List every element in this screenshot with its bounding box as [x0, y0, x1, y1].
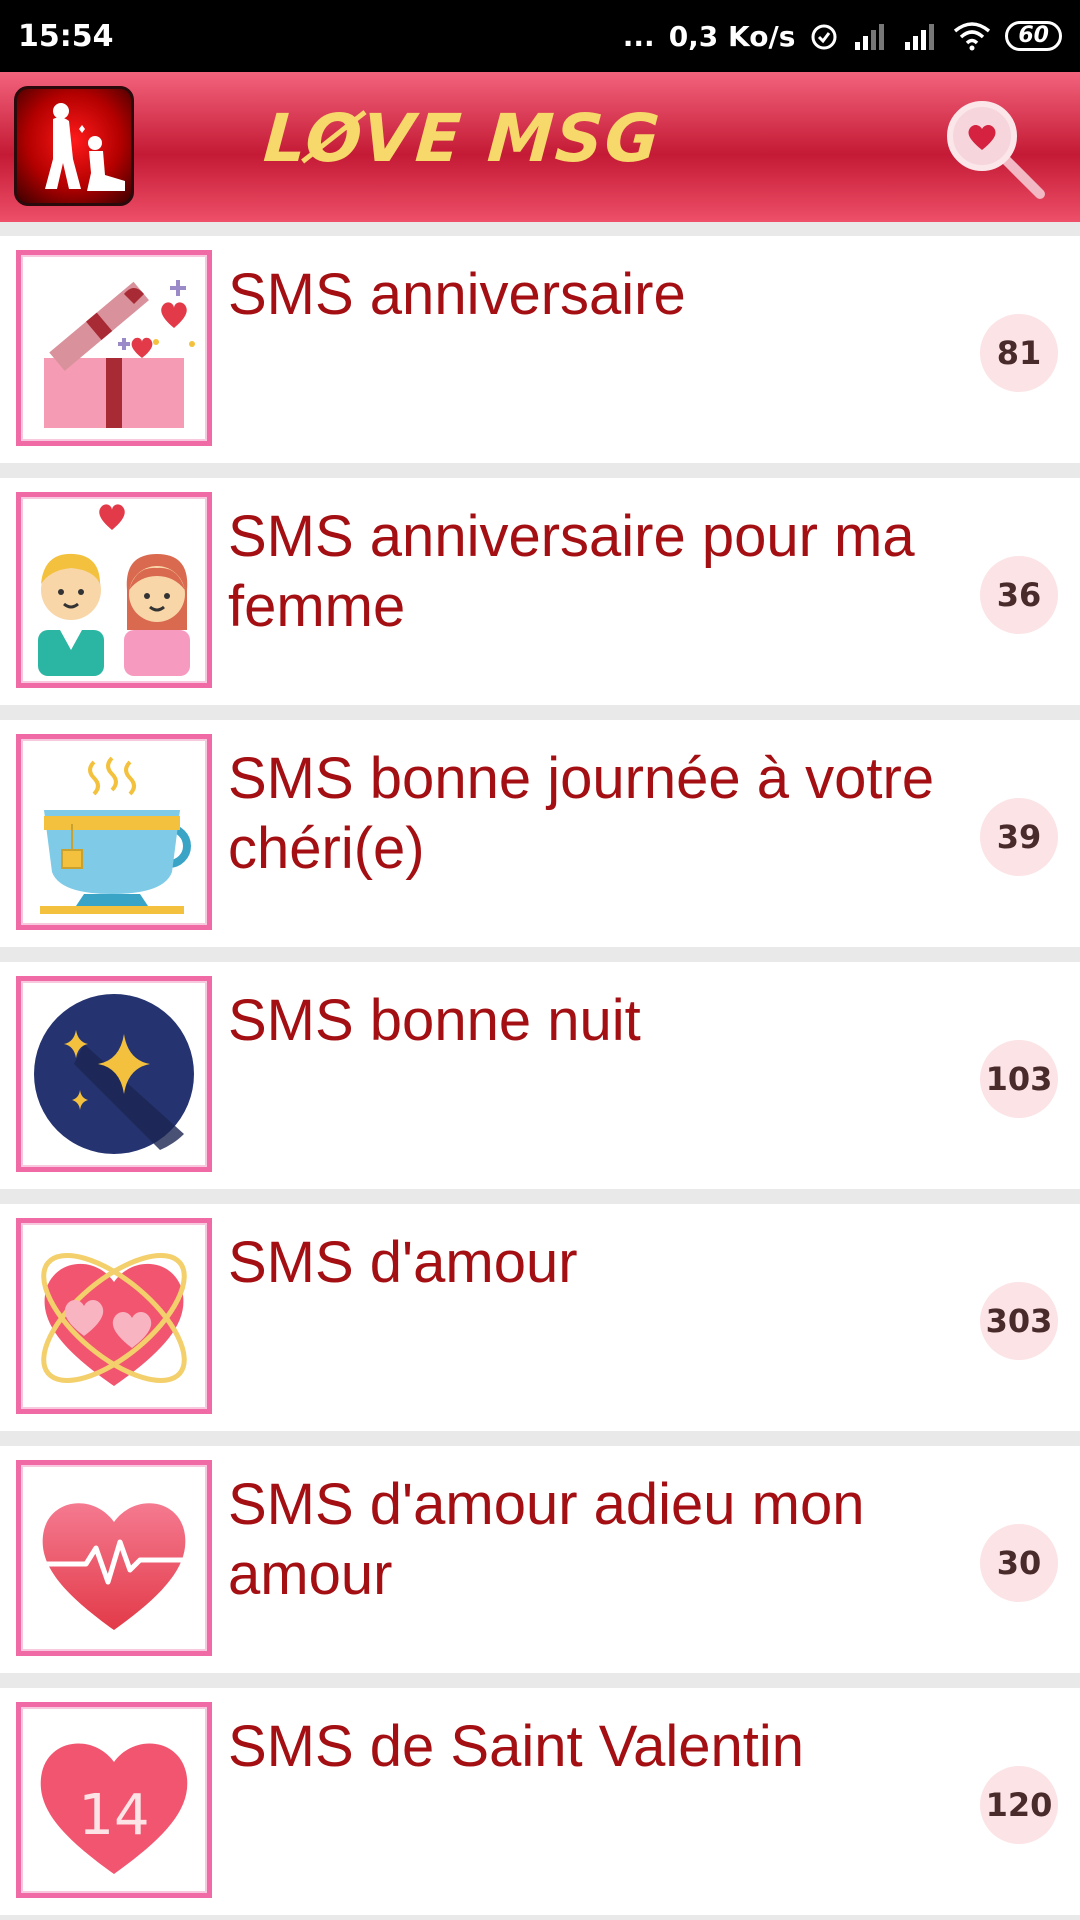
- status-time: 15:54: [18, 18, 114, 54]
- search-button[interactable]: [940, 94, 1050, 204]
- couple-icon: [38, 504, 190, 676]
- count-badge: 103: [980, 1040, 1058, 1118]
- alarm-icon: [811, 24, 837, 50]
- list-item-title: SMS d'amour adieu mon amour: [228, 1472, 865, 1607]
- status-bar: 15:54 ... 0,3 Ko/s 60: [0, 0, 1080, 72]
- hearts-orbit-icon: [41, 1253, 187, 1386]
- tea-cup-icon: [40, 756, 191, 914]
- gift-hearts-icon: [44, 280, 195, 428]
- count-badge: 30: [980, 1524, 1058, 1602]
- list-item-thumbnail: [16, 1460, 212, 1656]
- app-title: LØVE MSG: [261, 100, 664, 177]
- list-item-thumbnail: 14: [16, 1702, 212, 1898]
- list-item-title: SMS d'amour: [228, 1230, 578, 1295]
- list-item-title: SMS de Saint Valentin: [228, 1714, 805, 1779]
- list-item[interactable]: SMS bonne nuit 103: [0, 962, 1080, 1189]
- app-logo: [14, 86, 134, 206]
- more-notifications-icon: ...: [622, 19, 655, 53]
- list-item[interactable]: SMS bonne journée à votre chéri(e) 39: [0, 720, 1080, 947]
- list-item-title: SMS anniversaire: [228, 262, 686, 327]
- signal-icon: [855, 24, 885, 50]
- list-item[interactable]: 14 SMS de Saint Valentin 120: [0, 1688, 1080, 1915]
- heart-14-icon: 14: [40, 1743, 188, 1874]
- battery-indicator: 60: [1005, 21, 1062, 51]
- list-item[interactable]: SMS anniversaire 81: [0, 236, 1080, 463]
- list-item-thumbnail: [16, 976, 212, 1172]
- list-item-thumbnail: [16, 734, 212, 930]
- wifi-icon: [954, 22, 991, 51]
- count-badge: 120: [980, 1766, 1058, 1844]
- list-item[interactable]: SMS d'amour adieu mon amour 30: [0, 1446, 1080, 1673]
- list-item-title: SMS bonne nuit: [228, 988, 641, 1053]
- signal-icon-2: [905, 24, 935, 50]
- couple-proposal-icon: [45, 103, 125, 191]
- list-item-thumbnail: [16, 250, 212, 446]
- app-bar: LØVE MSG: [0, 72, 1080, 222]
- network-speed: 0,3 Ko/s: [668, 19, 796, 53]
- list-item[interactable]: SMS anniversaire pour ma femme 36: [0, 478, 1080, 705]
- night-stars-icon: [34, 994, 194, 1154]
- heartbeat-heart-icon: [38, 1503, 190, 1630]
- list-item-thumbnail: [16, 492, 212, 688]
- count-badge: 303: [980, 1282, 1058, 1360]
- count-badge: 39: [980, 798, 1058, 876]
- list-item-title: SMS bonne journée à votre chéri(e): [228, 746, 935, 881]
- list-item-thumbnail: [16, 1218, 212, 1414]
- list-item[interactable]: SMS d'amour 303: [0, 1204, 1080, 1431]
- heart-search-icon: [947, 101, 1045, 199]
- svg-text:14: 14: [78, 1783, 149, 1848]
- count-badge: 36: [980, 556, 1058, 634]
- list-item-title: SMS anniversaire pour ma femme: [228, 504, 915, 639]
- count-badge: 81: [980, 314, 1058, 392]
